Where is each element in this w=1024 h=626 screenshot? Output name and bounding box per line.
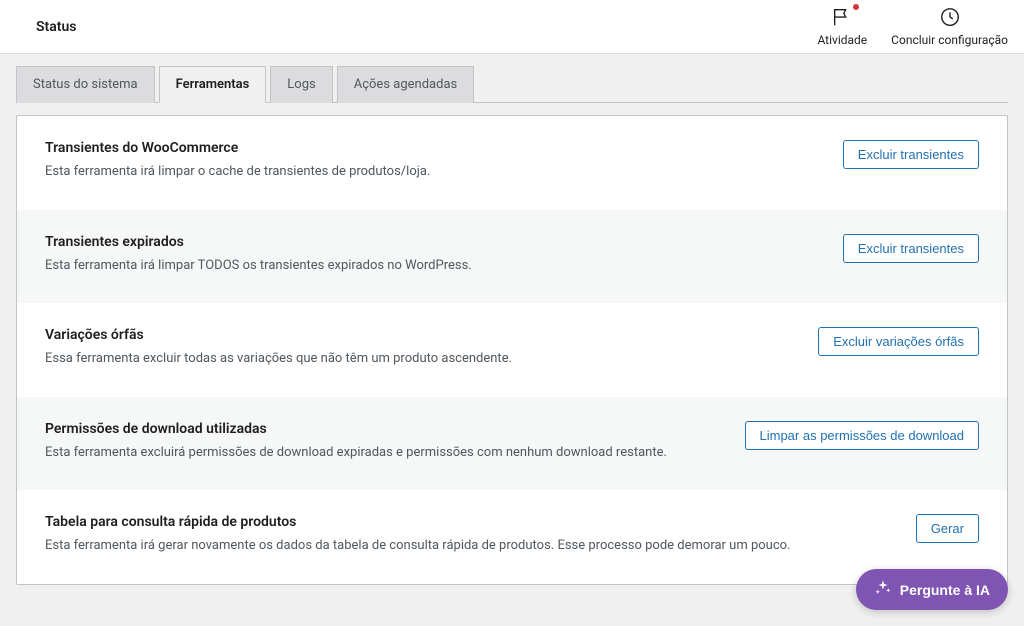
finish-setup-action[interactable]: Concluir configuração (891, 6, 1008, 47)
tool-title: Variações órfãs (45, 327, 794, 343)
tool-title: Permissões de download utilizadas (45, 421, 721, 437)
ask-ai-label: Pergunte à IA (900, 582, 990, 598)
tool-permissoes-download: Permissões de download utilizadas Esta f… (17, 397, 1007, 491)
tool-description: Essa ferramenta excluir todas as variaçõ… (45, 349, 794, 369)
tool-tabela-consulta-produtos: Tabela para consulta rápida de produtos … (17, 490, 1007, 584)
tab-ferramentas[interactable]: Ferramentas (159, 66, 267, 103)
top-header: Status Atividade Concluir configuração (0, 0, 1024, 54)
tool-description: Esta ferramenta irá limpar o cache de tr… (45, 162, 819, 182)
tool-variacoes-orfas: Variações órfãs Essa ferramenta excluir … (17, 303, 1007, 397)
tool-text: Tabela para consulta rápida de produtos … (45, 514, 892, 556)
tool-description: Esta ferramenta irá gerar novamente os d… (45, 536, 892, 556)
header-actions: Atividade Concluir configuração (817, 6, 1008, 47)
clear-transients-button[interactable]: Excluir transientes (843, 140, 979, 169)
content-wrap: Status do sistema Ferramentas Logs Ações… (0, 66, 1024, 585)
notification-dot (853, 4, 859, 10)
activity-label: Atividade (817, 33, 867, 47)
activity-action[interactable]: Atividade (817, 6, 867, 47)
regenerate-product-lookup-button[interactable]: Gerar (916, 514, 979, 543)
tab-status-sistema[interactable]: Status do sistema (16, 66, 155, 103)
sparkle-icon (874, 579, 892, 600)
clear-expired-transients-button[interactable]: Excluir transientes (843, 234, 979, 263)
tool-text: Transientes expirados Esta ferramenta ir… (45, 234, 819, 276)
clock-icon (939, 6, 961, 33)
clear-download-permissions-button[interactable]: Limpar as permissões de download (745, 421, 980, 450)
flag-icon (831, 6, 853, 33)
tool-text: Variações órfãs Essa ferramenta excluir … (45, 327, 794, 369)
tool-text: Permissões de download utilizadas Esta f… (45, 421, 721, 463)
tool-title: Tabela para consulta rápida de produtos (45, 514, 892, 530)
tool-transientes-woocommerce: Transientes do WooCommerce Esta ferramen… (17, 116, 1007, 210)
page-title: Status (16, 19, 76, 35)
tool-title: Transientes expirados (45, 234, 819, 250)
tool-transientes-expirados: Transientes expirados Esta ferramenta ir… (17, 210, 1007, 304)
tools-container: Transientes do WooCommerce Esta ferramen… (16, 115, 1008, 585)
tab-logs[interactable]: Logs (270, 66, 332, 103)
ask-ai-button[interactable]: Pergunte à IA (856, 569, 1008, 610)
tab-acoes-agendadas[interactable]: Ações agendadas (337, 66, 475, 103)
tabs-nav: Status do sistema Ferramentas Logs Ações… (16, 66, 1008, 103)
finish-setup-label: Concluir configuração (891, 33, 1008, 47)
tool-title: Transientes do WooCommerce (45, 140, 819, 156)
delete-orphaned-variations-button[interactable]: Excluir variações órfãs (818, 327, 979, 356)
tool-text: Transientes do WooCommerce Esta ferramen… (45, 140, 819, 182)
tool-description: Esta ferramenta irá limpar TODOS os tran… (45, 256, 819, 276)
tool-description: Esta ferramenta excluirá permissões de d… (45, 443, 721, 463)
